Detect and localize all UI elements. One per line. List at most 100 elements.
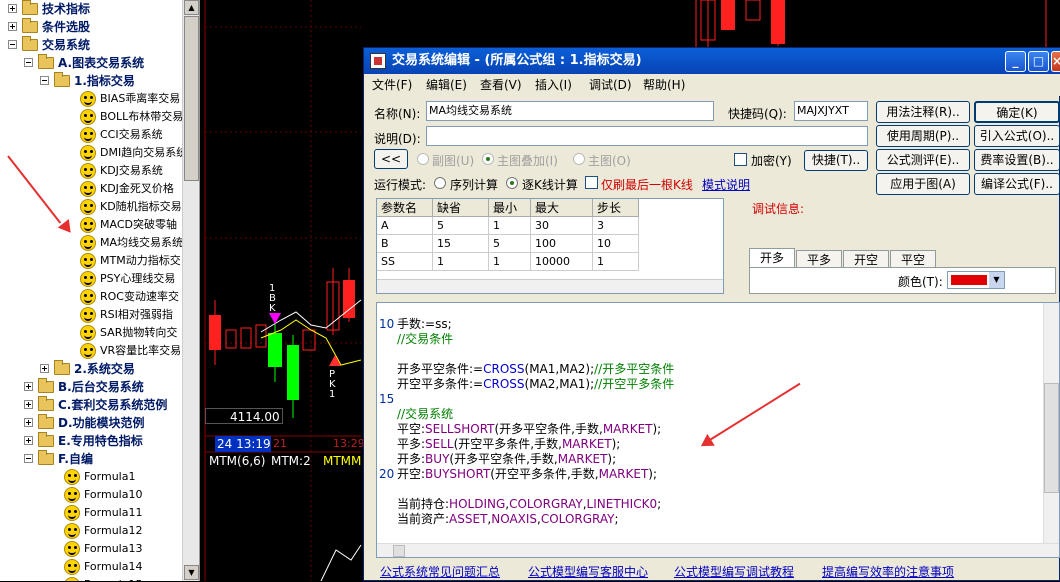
expand-plus-icon[interactable] <box>24 382 33 391</box>
expand-plus-icon[interactable] <box>8 4 17 13</box>
menu-file[interactable]: 文件(F) <box>372 74 412 96</box>
code-line[interactable]: 开空:BUYSHORT(开空平多条件,手数,MARKET); <box>397 467 657 482</box>
param-cell[interactable]: A <box>377 217 433 235</box>
code-hscroll-thumb[interactable] <box>393 545 405 557</box>
expand-plus-icon[interactable] <box>24 436 33 445</box>
tree-scrollbar[interactable]: ▲ ▼ <box>182 0 199 581</box>
tree-folder-node[interactable]: 2.系统交易 <box>0 360 182 378</box>
description-input[interactable] <box>426 126 868 146</box>
code-line[interactable]: //交易系统 <box>397 407 453 422</box>
tree-folder-node[interactable]: F.自编 <box>0 450 182 468</box>
code-line[interactable]: //交易条件 <box>397 332 453 347</box>
import-formula-button[interactable]: 引入公式(O).. <box>974 125 1060 147</box>
last-kline-checkbox[interactable] <box>585 176 598 189</box>
tree-formula-node[interactable]: Formula13 <box>0 540 182 558</box>
tree-formula-node[interactable]: BOLL布林带交易 <box>0 108 183 126</box>
table-hscrollbar[interactable] <box>377 279 723 293</box>
period-button[interactable]: 使用周期(P).. <box>876 125 970 147</box>
tree-formula-node[interactable]: KD随机指标交易 <box>0 198 182 216</box>
param-cell[interactable]: 15 <box>433 235 489 253</box>
code-hscrollbar[interactable] <box>377 543 1059 557</box>
ok-button[interactable]: 确定(K) <box>974 101 1060 123</box>
formula-test-button[interactable]: 公式测评(E).. <box>876 149 970 171</box>
collapse-minus-icon[interactable] <box>8 40 17 49</box>
maximize-icon[interactable]: □ <box>1028 51 1049 72</box>
collapse-button[interactable]: << <box>374 149 408 169</box>
tree-folder-node[interactable]: E.专用特色指标 <box>0 432 182 450</box>
tree-formula-node[interactable]: PSY心理线交易 <box>0 270 182 288</box>
menu-view[interactable]: 查看(V) <box>480 74 522 96</box>
param-cell[interactable]: SS <box>377 253 433 271</box>
close-icon[interactable]: × <box>1051 51 1060 72</box>
menu-edit[interactable]: 编辑(E) <box>426 74 467 96</box>
collapse-minus-icon[interactable] <box>24 58 33 67</box>
efficiency-tips-link[interactable]: 提高编写效率的注意事项 <box>822 563 954 580</box>
param-cell[interactable]: 1 <box>489 217 531 235</box>
overlay-radio[interactable] <box>482 153 494 165</box>
menu-debug[interactable]: 调试(D) <box>589 74 632 96</box>
param-cell[interactable]: 1 <box>433 253 489 271</box>
tree-formula-node[interactable]: Formula15 <box>0 576 182 581</box>
mainchart-radio[interactable] <box>573 153 585 165</box>
param-cell[interactable]: 5 <box>433 217 489 235</box>
code-line[interactable]: 开多平空条件:=CROSS(MA1,MA2);//开多平空条件 <box>397 362 674 377</box>
tree-formula-node[interactable]: CCI交易系统 <box>0 126 182 144</box>
dialog-titlebar[interactable]: 交易系统编辑 - (所属公式组 : 1.指标交易) _ □ × <box>364 48 1060 74</box>
sequence-mode-radio[interactable] <box>434 177 446 189</box>
minimize-icon[interactable]: _ <box>1005 51 1026 72</box>
encrypt-checkbox[interactable] <box>734 153 747 166</box>
code-line[interactable]: 平空:SELLSHORT(开多平空条件,手数,MARKET); <box>397 422 661 437</box>
param-cell[interactable]: 1 <box>593 253 639 271</box>
tree-formula-node[interactable]: Formula1 <box>0 468 182 486</box>
scroll-down-icon[interactable]: ▼ <box>184 565 199 580</box>
expand-plus-icon[interactable] <box>24 418 33 427</box>
code-line[interactable]: 平多:SELL(开空平多条件,手数,MARKET); <box>397 437 620 452</box>
tree-formula-node[interactable]: BIAS乖离率交易 <box>0 90 182 108</box>
tree-formula-node[interactable]: SAR抛物转向交 <box>0 324 182 342</box>
param-cell[interactable]: 30 <box>531 217 593 235</box>
tutorial-link[interactable]: 公式模型编写调试教程 <box>674 563 794 580</box>
param-cell[interactable]: 100 <box>531 235 593 253</box>
tree-formula-node[interactable]: MTM动力指标交 <box>0 252 182 270</box>
support-center-link[interactable]: 公式模型编写客服中心 <box>528 563 648 580</box>
name-input[interactable]: MA均线交易系统 <box>426 101 714 121</box>
code-line[interactable]: 当前资产:ASSET,NOAXIS,COLORGRAY; <box>397 512 619 527</box>
tree-folder-node[interactable]: 技术指标 <box>0 0 182 18</box>
expand-plus-icon[interactable] <box>24 400 33 409</box>
expand-plus-icon[interactable] <box>40 364 49 373</box>
tree-formula-node[interactable]: Formula11 <box>0 504 182 522</box>
tree-formula-node[interactable]: MA均线交易系统 <box>0 234 183 252</box>
tree-folder-node[interactable]: 1.指标交易 <box>0 72 182 90</box>
param-cell[interactable]: B <box>377 235 433 253</box>
tree-formula-node[interactable]: RSI相对强弱指 <box>0 306 182 324</box>
kline-mode-radio[interactable] <box>506 177 518 189</box>
tree-folder-node[interactable]: D.功能模块范例 <box>0 414 182 432</box>
collapse-minus-icon[interactable] <box>40 76 49 85</box>
apply-to-chart-button[interactable]: 应用于图(A) <box>876 173 970 195</box>
tree-formula-node[interactable]: ROC变动速率交 <box>0 288 182 306</box>
color-select[interactable]: ▼ <box>947 271 1005 289</box>
tree-folder-node[interactable]: B.后台交易系统 <box>0 378 182 396</box>
code-editor[interactable]: 10 手数:=ss;//交易条件 开多平空条件:=CROSS(MA1,MA2);//… <box>376 302 1060 558</box>
usage-notes-button[interactable]: 用法注释(R).. <box>876 101 970 123</box>
tree-formula-node[interactable]: MACD突破零轴 <box>0 216 182 234</box>
tree-formula-node[interactable]: Formula12 <box>0 522 182 540</box>
tree-formula-node[interactable]: Formula14 <box>0 558 182 576</box>
shortcut-button[interactable]: 快捷(T).. <box>804 150 868 171</box>
shortcut-code-input[interactable]: MAJXJYXT <box>794 101 868 121</box>
tree-formula-node[interactable]: KDJ交易系统 <box>0 162 182 180</box>
parameter-table[interactable]: 参数名 缺省 最小 最大 步长 A 5 1 30 3 B 15 5 100 10… <box>376 198 724 294</box>
scroll-up-icon[interactable]: ▲ <box>184 0 199 15</box>
code-vscrollbar[interactable] <box>1043 303 1059 543</box>
subchart-radio[interactable] <box>417 153 429 165</box>
menu-insert[interactable]: 插入(I) <box>535 74 572 96</box>
mode-help-link[interactable]: 模式说明 <box>702 176 750 193</box>
menu-help[interactable]: 帮助(H) <box>643 74 685 96</box>
tree-formula-node[interactable]: DMI趋向交易系统 <box>0 144 187 162</box>
param-cell[interactable]: 5 <box>489 235 531 253</box>
code-line[interactable]: 开空平多条件:=CROSS(MA2,MA1);//开空平多条件 <box>397 377 674 392</box>
tree-formula-node[interactable]: Formula10 <box>0 486 182 504</box>
chevron-down-icon[interactable]: ▼ <box>989 272 1004 288</box>
param-cell[interactable]: 3 <box>593 217 639 235</box>
code-line[interactable]: 开多:BUY(开多平空条件,手数,MARKET); <box>397 452 616 467</box>
